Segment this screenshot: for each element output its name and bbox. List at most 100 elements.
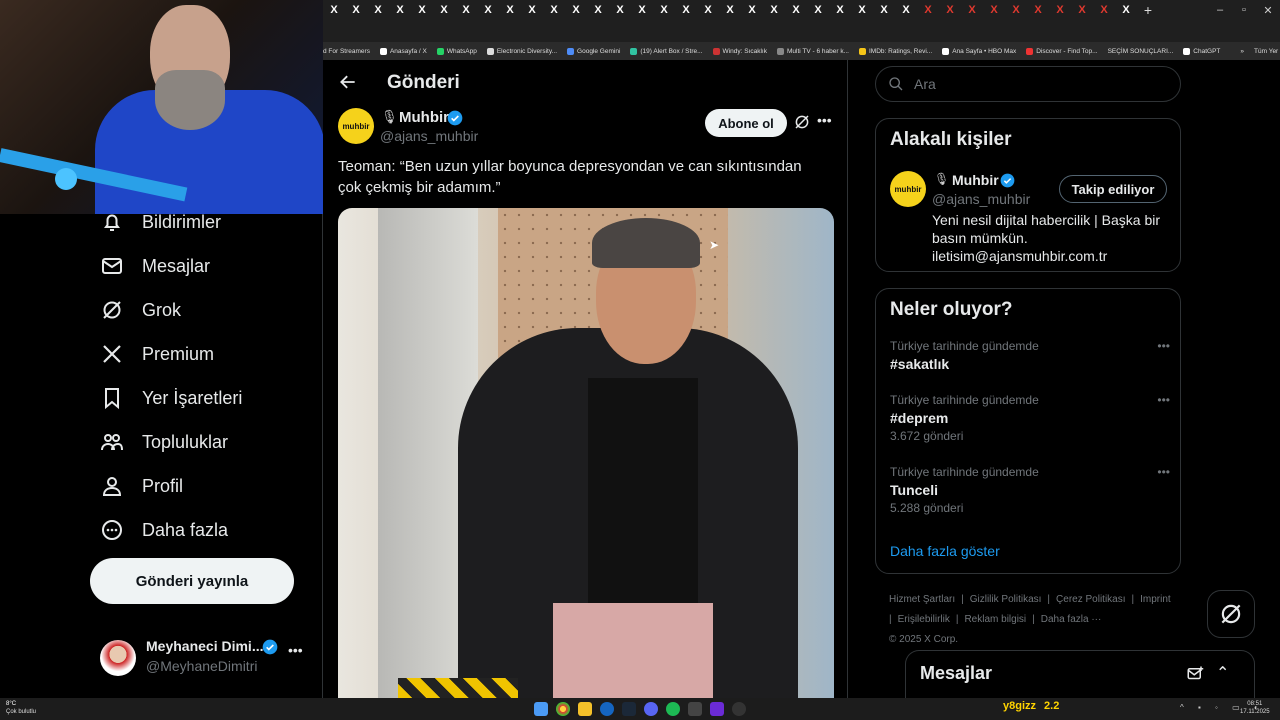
search-input[interactable] — [914, 76, 1154, 92]
browser-tab[interactable]: X — [609, 0, 631, 20]
browser-tab[interactable]: X — [1071, 0, 1093, 20]
clock[interactable]: 08:51 17.11.2025 — [1240, 700, 1270, 716]
steam-icon[interactable] — [622, 702, 636, 716]
trend-item[interactable]: Türkiye tarihinde gündemde #sakatlık ••• — [890, 339, 1170, 372]
browser-tab[interactable]: X — [345, 0, 367, 20]
post-more-icon[interactable]: ••• — [817, 112, 832, 128]
footer-link[interactable]: Gizlilik Politikası — [970, 594, 1042, 605]
subscribe-button[interactable]: Abone ol — [705, 109, 787, 137]
browser-tab[interactable]: X — [631, 0, 653, 20]
browser-tab[interactable]: X — [961, 0, 983, 20]
browser-tab[interactable]: X — [1093, 0, 1115, 20]
nav-item-grok[interactable]: Grok — [100, 298, 181, 322]
browser-tab[interactable]: X — [807, 0, 829, 20]
file-explorer-icon[interactable] — [578, 702, 592, 716]
messages-drawer[interactable]: Mesajlar ⌃ — [905, 650, 1255, 698]
author-handle[interactable]: @ajans_muhbir — [380, 128, 478, 144]
footer-link[interactable]: Erişilebilirlik — [898, 614, 950, 625]
related-name[interactable]: Muhbir — [952, 172, 999, 188]
footer-link[interactable]: Imprint — [1140, 594, 1171, 605]
weather-widget[interactable]: 8°C Çok bulutlu — [6, 700, 36, 716]
browser-tab[interactable]: X — [983, 0, 1005, 20]
browser-tab[interactable]: X — [433, 0, 455, 20]
browser-tab[interactable]: X — [367, 0, 389, 20]
browser-tab[interactable]: X — [697, 0, 719, 20]
bookmark-item[interactable]: Electronic Diversity... — [486, 47, 557, 55]
trend-more-icon[interactable]: ••• — [1157, 339, 1170, 353]
browser-tab[interactable]: X — [1027, 0, 1049, 20]
nav-item-mesajlar[interactable]: Mesajlar — [100, 254, 210, 278]
bookmark-item[interactable]: d For Streamers — [323, 48, 370, 55]
nav-item-bildirimler[interactable]: Bildirimler — [100, 210, 221, 234]
trend-more-icon[interactable]: ••• — [1157, 393, 1170, 407]
browser-tab[interactable]: X — [939, 0, 961, 20]
bookmark-item[interactable]: IMDb: Ratings, Revi... — [858, 47, 932, 55]
show-more-link[interactable]: Daha fazla göster — [890, 543, 1000, 559]
footer-link[interactable]: Hizmet Şartları — [889, 594, 955, 605]
back-button[interactable] — [337, 72, 359, 94]
spotify-icon[interactable] — [666, 702, 680, 716]
account-switcher[interactable]: Meyhaneci Dimi... @MeyhaneDimitri ••• — [100, 634, 310, 680]
discord-icon[interactable] — [644, 702, 658, 716]
browser-tab[interactable]: X — [323, 0, 345, 20]
browser-tab[interactable]: X — [389, 0, 411, 20]
bookmark-item[interactable]: Discover - Find Top... — [1026, 47, 1098, 55]
account-more-icon[interactable]: ••• — [288, 642, 303, 658]
footer-link[interactable]: Reklam bilgisi — [964, 614, 1026, 625]
browser-tab[interactable]: X — [895, 0, 917, 20]
footer-link[interactable]: Çerez Politikası — [1056, 594, 1125, 605]
browser-tab[interactable]: X — [653, 0, 675, 20]
nav-item-yer-i-şaretleri[interactable]: Yer İşaretleri — [100, 386, 242, 410]
related-avatar[interactable]: muhbir — [890, 171, 926, 207]
nav-item-daha-fazla[interactable]: Daha fazla — [100, 518, 228, 542]
bookmark-item[interactable]: Google Gemini — [567, 47, 620, 55]
browser-tab[interactable]: X — [785, 0, 807, 20]
browser-tab[interactable]: X — [763, 0, 785, 20]
browser-tab[interactable]: X — [587, 0, 609, 20]
nav-item-profil[interactable]: Profil — [100, 474, 183, 498]
browser-tab[interactable]: X — [829, 0, 851, 20]
post-photo[interactable] — [338, 208, 834, 698]
bookmark-item[interactable]: (19) Alert Box / Stre... — [630, 47, 703, 55]
trend-more-icon[interactable]: ••• — [1157, 465, 1170, 479]
bookmarks-overflow-button[interactable]: » — [1240, 48, 1244, 55]
browser-tab[interactable]: X — [917, 0, 939, 20]
related-handle[interactable]: @ajans_muhbir — [932, 191, 1030, 207]
footer-link[interactable]: Daha fazla ··· — [1041, 614, 1102, 625]
chrome-icon[interactable] — [556, 702, 570, 716]
browser-tab[interactable]: X — [741, 0, 763, 20]
post-button[interactable]: Gönderi yayınla — [90, 558, 294, 604]
restore-icon[interactable]: ▫ — [1232, 4, 1256, 17]
new-tab-button[interactable]: + — [1137, 0, 1159, 20]
start-icon[interactable] — [534, 702, 548, 716]
following-button[interactable]: Takip ediliyor — [1059, 175, 1167, 203]
grok-floating-button[interactable] — [1207, 590, 1255, 638]
bookmark-item[interactable]: Windy: Sıcaklık — [712, 47, 767, 55]
grok-icon[interactable] — [793, 113, 811, 131]
browser-tab[interactable]: X — [1005, 0, 1027, 20]
minimize-icon[interactable]: – — [1208, 4, 1232, 17]
browser-tab[interactable]: X — [521, 0, 543, 20]
author-avatar[interactable]: muhbir — [338, 108, 374, 144]
author-name[interactable]: Muhbir — [399, 109, 449, 126]
expand-drawer-icon[interactable]: ⌃ — [1216, 663, 1229, 683]
trend-item[interactable]: Türkiye tarihinde gündemde #deprem 3.672 g… — [890, 393, 1170, 443]
close-window-icon[interactable]: ✕ — [1256, 4, 1280, 17]
bookmark-item[interactable]: Ana Sayfa • HBO Max — [942, 47, 1016, 55]
browser-tab[interactable]: X — [543, 0, 565, 20]
bookmark-item[interactable]: Multi TV - 6 haber k... — [776, 47, 849, 55]
browser-tab[interactable]: X — [411, 0, 433, 20]
browser-tab[interactable]: X — [719, 0, 741, 20]
browser-tab[interactable]: X — [499, 0, 521, 20]
app-icon[interactable] — [600, 702, 614, 716]
nav-item-premium[interactable]: Premium — [100, 342, 214, 366]
trend-item[interactable]: Türkiye tarihinde gündemde Tunceli 5.288 g… — [890, 465, 1170, 515]
browser-tab[interactable]: X — [455, 0, 477, 20]
new-message-icon[interactable] — [1186, 665, 1204, 683]
nav-item-topluluklar[interactable]: Topluluklar — [100, 430, 228, 454]
bookmark-item[interactable]: WhatsApp — [436, 47, 477, 55]
bookmark-item[interactable]: SEÇİM SONUÇLARI... — [1108, 48, 1174, 55]
browser-tab[interactable]: X — [873, 0, 895, 20]
app-icon[interactable] — [688, 702, 702, 716]
search-box[interactable] — [875, 66, 1181, 102]
